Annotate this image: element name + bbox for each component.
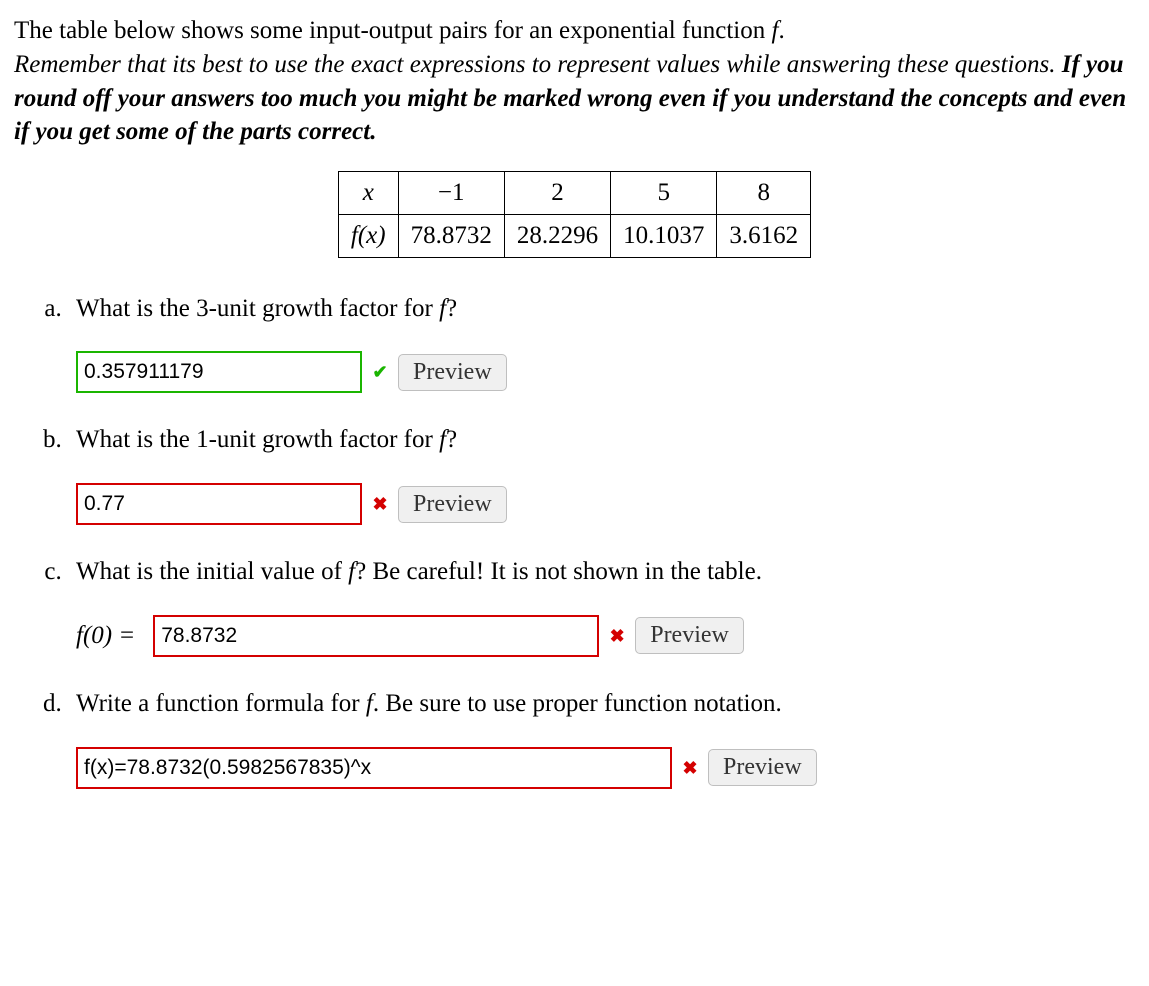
question-d: Write a function formula for f. Be sure …	[68, 687, 1135, 789]
data-table: x −1 2 5 8 f(x) 78.8732 28.2296 10.1037 …	[338, 171, 811, 258]
table-val-3: 3.6162	[717, 214, 811, 257]
table-row: f(x) 78.8732 28.2296 10.1037 3.6162	[338, 214, 810, 257]
table-col-0: −1	[398, 172, 504, 215]
answer-row-c: f(0) = ✖ Preview	[76, 615, 1135, 657]
question-b: What is the 1-unit growth factor for f? …	[68, 423, 1135, 525]
table-col-1: 2	[504, 172, 610, 215]
question-b-text: What is the 1-unit growth factor for	[76, 426, 439, 453]
question-c-hint: Be careful! It is not shown in the table…	[372, 558, 761, 585]
table-col-2: 5	[611, 172, 717, 215]
check-icon: ✔	[370, 362, 390, 382]
f0-label: f(0) =	[76, 619, 135, 653]
table-val-1: 28.2296	[504, 214, 610, 257]
table-header-x: x	[338, 172, 398, 215]
table-col-3: 8	[717, 172, 811, 215]
preview-button[interactable]: Preview	[398, 486, 507, 523]
data-table-wrap: x −1 2 5 8 f(x) 78.8732 28.2296 10.1037 …	[14, 171, 1135, 258]
table-header-fx: f(x)	[338, 214, 398, 257]
answer-row-b: ✖ Preview	[76, 483, 1135, 525]
question-a: What is the 3-unit growth factor for f? …	[68, 292, 1135, 394]
intro-line1: The table below shows some input-output …	[14, 17, 771, 44]
question-c: What is the initial value of f? Be caref…	[68, 555, 1135, 657]
table-row: x −1 2 5 8	[338, 172, 810, 215]
table-val-0: 78.8732	[398, 214, 504, 257]
answer-input-a[interactable]	[76, 351, 362, 393]
question-a-text: What is the 3-unit growth factor for	[76, 295, 439, 322]
intro-line2: Remember that its best to use the exact …	[14, 51, 1062, 78]
question-d-text: Write a function formula for	[76, 690, 366, 717]
answer-row-a: ✔ Preview	[76, 351, 1135, 393]
preview-button[interactable]: Preview	[708, 749, 817, 786]
answer-input-b[interactable]	[76, 483, 362, 525]
x-icon: ✖	[680, 758, 700, 778]
question-list: What is the 3-unit growth factor for f? …	[14, 292, 1135, 789]
answer-row-d: ✖ Preview	[76, 747, 1135, 789]
preview-button[interactable]: Preview	[635, 617, 744, 654]
answer-input-c[interactable]	[153, 615, 599, 657]
x-icon: ✖	[607, 626, 627, 646]
table-val-2: 10.1037	[611, 214, 717, 257]
intro-text: The table below shows some input-output …	[14, 14, 1135, 149]
answer-input-d[interactable]	[76, 747, 672, 789]
x-icon: ✖	[370, 494, 390, 514]
preview-button[interactable]: Preview	[398, 354, 507, 391]
question-c-text: What is the initial value of	[76, 558, 348, 585]
